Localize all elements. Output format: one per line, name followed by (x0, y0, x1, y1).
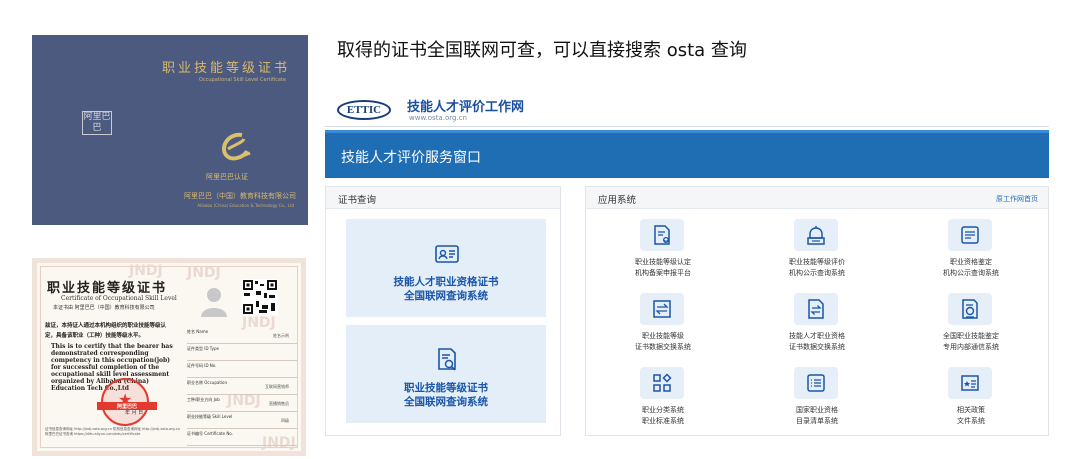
watermark: JNDJ (187, 265, 221, 281)
panel-header: 应用系统 原工作网首页 (586, 187, 1048, 209)
app-item[interactable]: 职业技能等级评价 机构公示查询系统 (762, 219, 872, 285)
app-item[interactable]: 国家职业资格 目录清单系统 (762, 367, 872, 433)
doc-search-icon (438, 348, 456, 371)
field-occupation: 职业名称 Occupation 互联网营销师 (187, 380, 297, 395)
certificate-issuer: 本证书由 阿里巴巴（中国）教育科技有限公司 (53, 305, 155, 311)
query-line2: 全国联网查询系统 (404, 396, 488, 408)
skill-level-cert-query-button[interactable]: 职业技能等级证书 全国联网查询系统 (346, 325, 546, 423)
ettic-logo[interactable]: ETTIC (337, 100, 391, 120)
exchange-doc-icon (808, 299, 824, 319)
policy-book-icon (961, 375, 979, 391)
app-icon-box (948, 219, 992, 251)
old-homepage-link[interactable]: 原工作网首页 (996, 194, 1038, 204)
certificate-title-en: Certificate of Occupational Skill Level (61, 295, 177, 302)
category-icon (653, 373, 672, 392)
field-skill-level: 职业技能等级 Skill Level 四级 (187, 414, 297, 429)
app-item[interactable]: 职业资格鉴定 机构公示查询系统 (916, 219, 1026, 285)
cert-query-panel: 证书查询 技能人才职业资格证书 全国联网查询系统 职业技能等级证书 全国联网查询… (325, 186, 561, 436)
certificate-footer: 证书信息查询网址 http://jndj.osta.org.cn 机构信息查询网… (45, 427, 180, 436)
site-title: 技能人才评价工作网 (407, 100, 525, 115)
app-icon-box (794, 367, 838, 399)
cover-company-cn: 阿里巴巴（中国）教育科技有限公司 (184, 192, 296, 200)
certificate-title: 职业技能等级证书 (47, 281, 168, 296)
certificate-fields: 姓名 Name 姓名示例 证件类型 ID Type 证件号码 ID No. 职业名… (187, 329, 297, 448)
person-icon (201, 288, 227, 317)
field-name: 姓名 Name 姓名示例 (187, 329, 297, 344)
app-icon-box (948, 293, 992, 325)
id-card-icon (435, 245, 459, 263)
official-stamp-icon: ★ 阿里巴巴 (97, 378, 157, 426)
panel-title: 应用系统 (598, 195, 637, 206)
query-line2: 全国联网查询系统 (404, 290, 488, 302)
certificate-image: JNDJ JNDJ JNDJ JNDJ JNDJ 职业技能等级证书 Certif… (32, 258, 306, 456)
doc-upload-icon (654, 225, 670, 245)
query-line1: 职业技能等级证书 (404, 382, 488, 394)
vocational-cert-query-button[interactable]: 技能人才职业资格证书 全国联网查询系统 (346, 219, 546, 317)
page-heading: 取得的证书全国联网可查，可以直接搜索 osta 查询 (337, 40, 747, 61)
cover-logo-text: 阿里巴巴认证 (206, 173, 248, 181)
list-icon (807, 374, 825, 392)
field-job: 工种/职业方向 Job 直播销售员 (187, 397, 297, 412)
header-divider (325, 126, 1049, 127)
site-url: www.osta.org.cn (409, 114, 467, 122)
certificate-date: 年 月 日 (125, 410, 144, 416)
certificate-cover-image: 职业技能等级证书 Occupational Skill Level Certif… (32, 35, 308, 225)
panel-header: 证书查询 (326, 187, 560, 209)
panel-title: 证书查询 (338, 195, 377, 206)
doc-list-icon (961, 226, 979, 244)
qr-code-icon (242, 279, 278, 315)
app-icon-box (948, 367, 992, 399)
app-item[interactable]: 职业技能等级 证书数据交换系统 (608, 293, 718, 359)
exchange-icon (653, 300, 671, 318)
app-icon-box (794, 219, 838, 251)
bell-doc-icon (807, 226, 825, 245)
app-item[interactable]: 全国职业技能鉴定 专用内部通信系统 (916, 293, 1026, 359)
app-icon-box (640, 367, 684, 399)
alibaba-logo-icon (222, 132, 251, 161)
app-item[interactable]: 技能人才职业资格 证书数据交换系统 (762, 293, 872, 359)
cover-title: 职业技能等级证书 (161, 61, 290, 76)
doc-search-icon (962, 299, 978, 319)
banner-title: 技能人才评价服务窗口 (341, 150, 481, 166)
service-banner: 技能人才评价服务窗口 (325, 130, 1049, 178)
app-icon-box (640, 219, 684, 251)
field-id-type: 证件类型 ID Type (187, 346, 297, 361)
app-systems-panel: 应用系统 原工作网首页 职业技能等级认定 机构备案申报平台 职业技能等级评价 机构公… (585, 186, 1049, 436)
cover-company-en: Alibaba (China) Education & Technology C… (197, 203, 294, 208)
cover-subtitle: Occupational Skill Level Certificate (198, 77, 286, 83)
app-item[interactable]: 职业技能等级认定 机构备案申报平台 (608, 219, 718, 285)
certificate-body-cn: 兹证，本持证人通过本机构组织的职业技能等级认定，具备该职业（工种）技能等级水平。 (45, 323, 167, 339)
app-icon-box (640, 293, 684, 325)
osta-website: ETTIC 技能人才评价工作网 www.osta.org.cn 技能人才评价服务… (325, 86, 1049, 436)
app-item[interactable]: 职业分类系统 职业标准系统 (608, 367, 718, 433)
app-item[interactable]: 相关政策 文件系统 (916, 367, 1026, 433)
field-id-no: 证件号码 ID No. (187, 363, 297, 378)
cover-seal-icon: 阿里巴巴 (82, 111, 112, 135)
field-certificate-no: 证书编号 Certificate No. (187, 431, 297, 446)
query-line1: 技能人才职业资格证书 (393, 276, 499, 288)
app-icon-box (794, 293, 838, 325)
